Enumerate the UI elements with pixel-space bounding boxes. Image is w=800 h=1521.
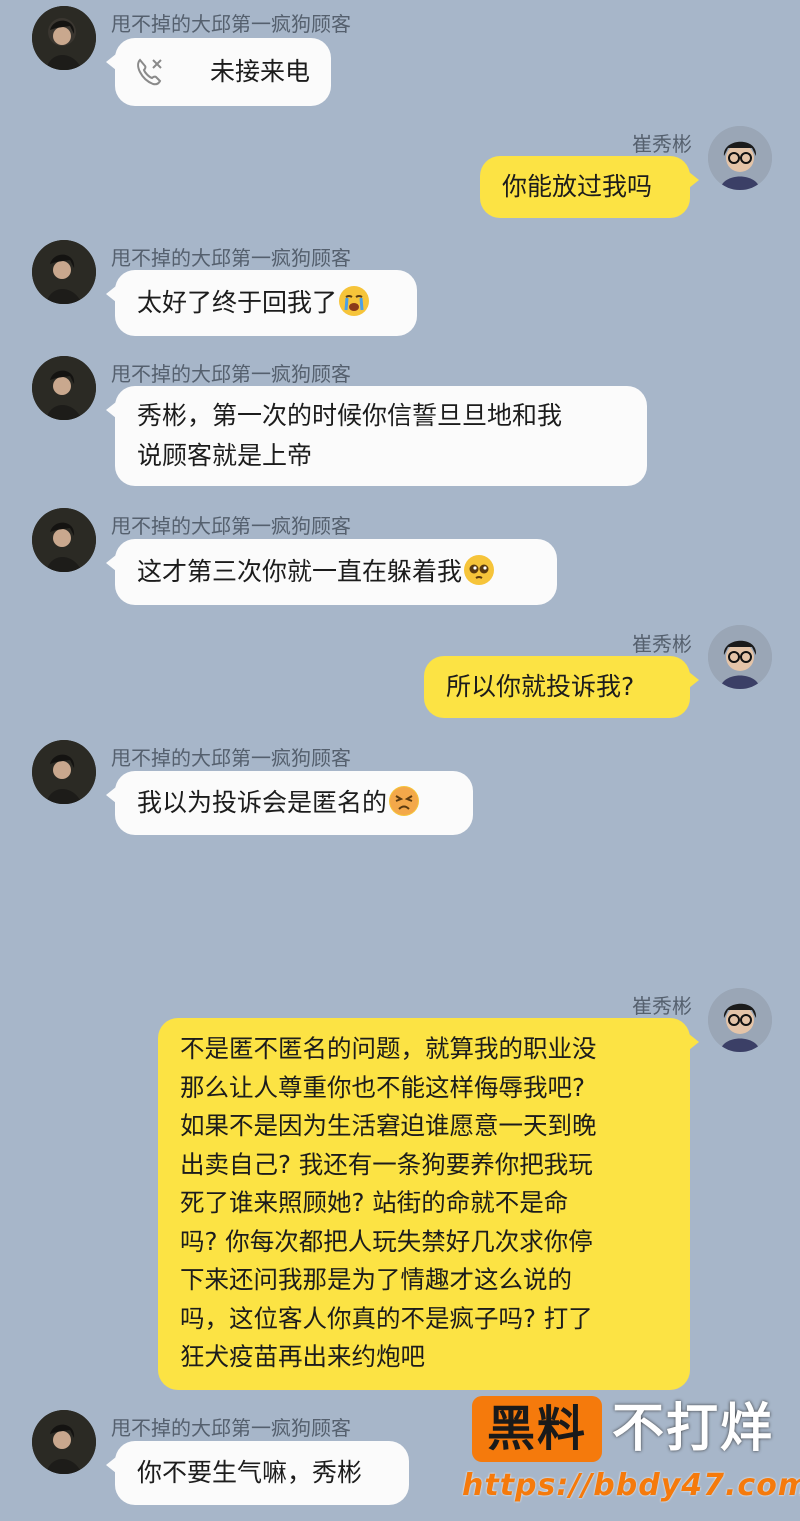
message-line: 不是匿不匿名的问题，就算我的职业没 xyxy=(180,1034,597,1063)
message-line: 出卖自己? 我还有一条狗要养你把我玩 xyxy=(180,1149,593,1179)
avatar-self[interactable] xyxy=(708,625,772,689)
message-bubble-in[interactable]: 你不要生气嘛，秀彬 xyxy=(106,1441,409,1505)
message-text: 所以你就投诉我? xyxy=(446,672,635,701)
message-bubble-in[interactable]: 秀彬，第一次的时候你信誓旦旦地和我 说顾客就是上帝 xyxy=(106,386,647,486)
message-text: 这才第三次你就一直在躲着我 xyxy=(137,557,463,586)
message-line: 吗? 你每次都把人玩失禁好几次求你停 xyxy=(180,1226,593,1256)
message-line: 狂犬疫苗再出来约炮吧 xyxy=(180,1342,425,1371)
persevering-face-icon xyxy=(389,786,420,816)
avatar-self[interactable] xyxy=(708,988,772,1052)
sender-name: 甩不掉的大邱第一疯狗顾客 xyxy=(111,362,351,386)
watermark-text: 不打烊 xyxy=(612,1399,775,1459)
message-line: 下来还问我那是为了情趣才这么说的 xyxy=(180,1265,572,1294)
message-text: 你能放过我吗 xyxy=(502,172,653,201)
message-line: 吗，这位客人你真的不是疯子吗? 打了 xyxy=(180,1303,593,1333)
watermark-url: https://bbdy47.com xyxy=(462,1468,800,1503)
avatar-other[interactable] xyxy=(32,508,96,572)
sender-name: 甩不掉的大邱第一疯狗顾客 xyxy=(111,514,351,538)
sender-name: 甩不掉的大邱第一疯狗顾客 xyxy=(111,746,351,770)
message-line: 如果不是因为生活窘迫谁愿意一天到晚 xyxy=(180,1111,597,1140)
sender-name: 甩不掉的大邱第一疯狗顾客 xyxy=(111,12,351,36)
message-bubble-in[interactable]: 这才第三次你就一直在躲着我 xyxy=(106,539,557,605)
message-line: 那么让人尊重你也不能这样侮辱我吧? xyxy=(180,1072,586,1102)
message-text: 我以为投诉会是匿名的 xyxy=(137,788,388,817)
message-line: 秀彬，第一次的时候你信誓旦旦地和我 xyxy=(137,401,563,430)
message-bubble-in[interactable]: 我以为投诉会是匿名的 xyxy=(106,771,473,835)
message-bubble-out[interactable]: 不是匿不匿名的问题，就算我的职业没 那么让人尊重你也不能这样侮辱我吧? 如果不是… xyxy=(158,1018,699,1390)
avatar-other[interactable] xyxy=(32,356,96,420)
message-line: 死了谁来照顾她? 站街的命就不是命 xyxy=(180,1188,569,1217)
sender-name: 甩不掉的大邱第一疯狗顾客 xyxy=(111,1416,351,1440)
avatar-other[interactable] xyxy=(32,240,96,304)
message-bubble-in[interactable]: 太好了终于回我了 xyxy=(106,270,417,336)
sender-name-self: 崔秀彬 xyxy=(632,132,692,156)
missed-call-bubble[interactable]: 未接来电 xyxy=(106,38,331,106)
sender-name-self: 崔秀彬 xyxy=(632,994,692,1018)
avatar-self[interactable] xyxy=(708,126,772,190)
missed-call-label: 未接来电 xyxy=(210,57,311,86)
watermark-badge: 黑料 xyxy=(472,1396,602,1462)
avatar-other[interactable] xyxy=(32,6,96,70)
message-text: 太好了终于回我了 xyxy=(137,288,338,317)
message-bubble-out[interactable]: 你能放过我吗 xyxy=(480,156,699,218)
pleading-face-icon xyxy=(464,555,495,585)
sender-name-self: 崔秀彬 xyxy=(632,632,692,656)
message-bubble-out[interactable]: 所以你就投诉我? xyxy=(424,656,699,718)
sender-name: 甩不掉的大邱第一疯狗顾客 xyxy=(111,246,351,270)
avatar-other[interactable] xyxy=(32,1410,96,1474)
watermark: 黑料 不打烊 https://bbdy47.com xyxy=(462,1392,800,1512)
message-text: 你不要生气嘛，秀彬 xyxy=(137,1458,363,1487)
loudly-crying-face-icon xyxy=(339,286,370,316)
phone-missed-icon xyxy=(137,58,162,86)
message-line: 说顾客就是上帝 xyxy=(137,441,313,470)
avatar-other[interactable] xyxy=(32,740,96,804)
